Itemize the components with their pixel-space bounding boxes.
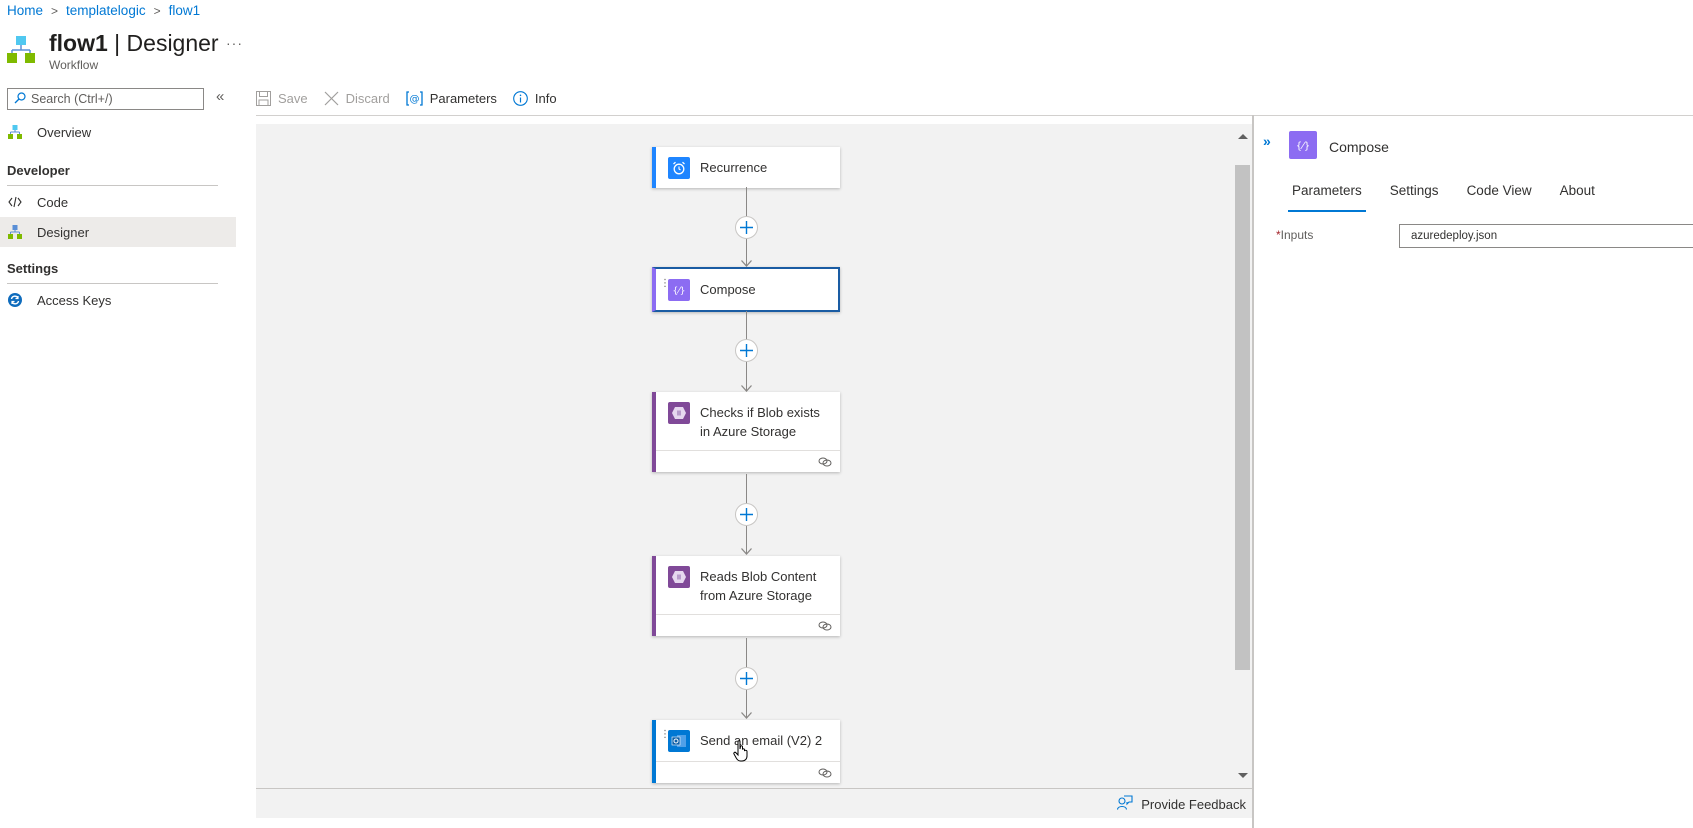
plus-icon bbox=[740, 672, 753, 685]
sidebar-item-overview[interactable]: Overview bbox=[0, 117, 236, 147]
flow-step-check-blob[interactable]: Checks if Blob exists in Azure Storage bbox=[652, 392, 840, 472]
panel-divider[interactable] bbox=[1252, 115, 1254, 828]
breadcrumb-templatelogic[interactable]: templatelogic bbox=[66, 3, 146, 18]
inputs-field[interactable] bbox=[1399, 224, 1693, 248]
plus-icon bbox=[740, 344, 753, 357]
parameters-button[interactable]: @ Parameters bbox=[406, 91, 497, 106]
parameters-icon: @ bbox=[406, 90, 423, 106]
scrollbar-thumb[interactable] bbox=[1235, 165, 1250, 670]
blob-storage-icon bbox=[668, 402, 690, 424]
page-title: flow1 | Designer bbox=[49, 30, 219, 56]
arrow-down-icon bbox=[741, 548, 752, 555]
refresh-icon bbox=[7, 293, 23, 307]
breadcrumb: Home > templatelogic > flow1 bbox=[7, 3, 200, 18]
outlook-icon bbox=[668, 730, 690, 752]
arrow-down-icon bbox=[741, 712, 752, 719]
tab-about[interactable]: About bbox=[1560, 183, 1595, 212]
scroll-up-icon[interactable] bbox=[1238, 134, 1248, 139]
info-icon bbox=[513, 90, 528, 106]
chevron-right-icon: > bbox=[51, 3, 59, 18]
compose-icon: {⁄} bbox=[1289, 131, 1317, 159]
link-icon bbox=[818, 455, 832, 470]
section-settings: Settings bbox=[7, 261, 59, 276]
drag-handle-icon[interactable]: ⋮ bbox=[660, 730, 670, 740]
search-placeholder: Search (Ctrl+/) bbox=[31, 92, 113, 106]
plus-icon bbox=[740, 221, 753, 234]
feedback-icon bbox=[1117, 795, 1133, 813]
link-icon bbox=[818, 766, 832, 781]
workflow-icon bbox=[7, 225, 23, 239]
arrow-down-icon bbox=[741, 260, 752, 267]
sidebar-item-code[interactable]: Code bbox=[0, 187, 236, 217]
tab-code-view[interactable]: Code View bbox=[1467, 183, 1532, 212]
workflow-icon bbox=[7, 125, 23, 139]
tab-parameters[interactable]: Parameters bbox=[1288, 183, 1366, 212]
sidebar-item-access-keys[interactable]: Access Keys bbox=[0, 285, 236, 315]
page-subtitle: Workflow bbox=[49, 58, 99, 72]
info-button[interactable]: Info bbox=[513, 91, 557, 106]
section-developer: Developer bbox=[7, 163, 70, 178]
compose-icon: {⁄} bbox=[668, 279, 690, 301]
toolbar-divider bbox=[256, 115, 1693, 116]
code-icon bbox=[7, 196, 23, 208]
breadcrumb-flow1[interactable]: flow1 bbox=[169, 3, 201, 18]
save-button[interactable]: Save bbox=[256, 90, 308, 106]
svg-text:{⁄}: {⁄} bbox=[1296, 141, 1310, 152]
designer-canvas[interactable]: Recurrence ⋮ {⁄} Compose Checks if Blob … bbox=[256, 124, 1253, 788]
designer-toolbar: Save Discard @ Parameters Info bbox=[256, 85, 573, 111]
save-icon bbox=[256, 90, 271, 106]
flow-step-read-blob[interactable]: Reads Blob Content from Azure Storage bbox=[652, 556, 840, 636]
more-options-button[interactable]: ··· bbox=[226, 35, 243, 51]
svg-text:@: @ bbox=[409, 94, 419, 105]
canvas-scrollbar[interactable] bbox=[1233, 124, 1252, 788]
collapse-sidebar-button[interactable]: « bbox=[216, 88, 224, 105]
link-icon bbox=[818, 619, 832, 634]
breadcrumb-home[interactable]: Home bbox=[7, 3, 43, 18]
chevron-right-icon: > bbox=[153, 3, 161, 18]
discard-button[interactable]: Discard bbox=[324, 91, 390, 106]
plus-icon bbox=[740, 508, 753, 521]
scroll-down-icon[interactable] bbox=[1238, 773, 1248, 778]
panel-title: Compose bbox=[1329, 139, 1389, 155]
drag-handle-icon[interactable]: ⋮ bbox=[660, 279, 670, 289]
flow-step-recurrence[interactable]: Recurrence bbox=[652, 147, 840, 188]
tab-settings[interactable]: Settings bbox=[1390, 183, 1439, 212]
search-icon bbox=[14, 91, 26, 107]
panel-tabs: Parameters Settings Code View About bbox=[1288, 183, 1623, 212]
expand-panel-button[interactable]: » bbox=[1263, 133, 1271, 149]
page-header: flow1 | Designer Workflow bbox=[7, 28, 219, 72]
alarm-clock-icon bbox=[668, 157, 690, 179]
canvas-footer: Provide Feedback bbox=[256, 788, 1253, 818]
hand-cursor-icon bbox=[733, 740, 749, 765]
add-step-button[interactable] bbox=[735, 667, 758, 690]
blob-storage-icon bbox=[668, 566, 690, 588]
section-divider bbox=[7, 185, 218, 186]
search-input[interactable]: Search (Ctrl+/) bbox=[7, 88, 204, 110]
flow-step-compose[interactable]: ⋮ {⁄} Compose bbox=[652, 267, 840, 312]
workflow-icon bbox=[7, 36, 35, 64]
arrow-down-icon bbox=[741, 385, 752, 392]
add-step-button[interactable] bbox=[735, 216, 758, 239]
svg-text:{⁄}: {⁄} bbox=[673, 287, 686, 297]
add-step-button[interactable] bbox=[735, 339, 758, 362]
add-step-button[interactable] bbox=[735, 503, 758, 526]
close-icon bbox=[324, 91, 339, 106]
provide-feedback-button[interactable]: Provide Feedback bbox=[1117, 795, 1246, 813]
section-divider bbox=[7, 283, 218, 284]
sidebar-item-designer[interactable]: Designer bbox=[0, 217, 236, 247]
inputs-label: *Inputs bbox=[1276, 228, 1314, 242]
